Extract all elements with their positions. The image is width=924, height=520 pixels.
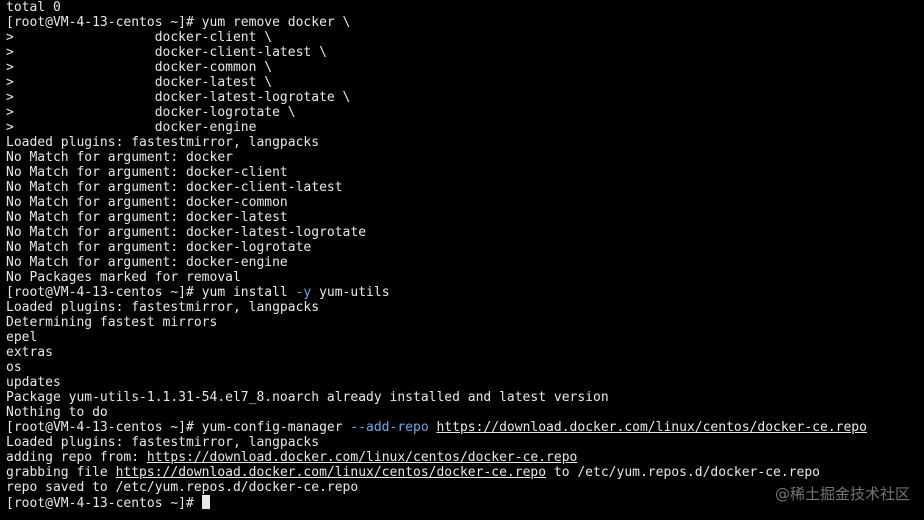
terminal-text: adding repo from: xyxy=(6,450,147,465)
terminal-line: Loaded plugins: fastestmirror, langpacks xyxy=(6,435,920,450)
terminal-line: [root@VM-4-13-centos ~]# yum install -y … xyxy=(6,285,920,300)
terminal-line: No Match for argument: docker-client-lat… xyxy=(6,180,920,195)
terminal-text: No Match for argument: docker-logrotate xyxy=(6,240,312,255)
terminal-text: epel xyxy=(6,330,38,345)
terminal-text: No Match for argument: docker-engine xyxy=(6,255,288,270)
terminal-text: > docker-client \ xyxy=(6,30,273,45)
command-flag: --add-repo xyxy=(350,420,429,435)
terminal-text: > docker-latest-logrotate \ xyxy=(6,90,351,105)
terminal-text: No Match for argument: docker-latest-log… xyxy=(6,225,367,240)
terminal-line: extras xyxy=(6,345,920,360)
terminal-text: > docker-logrotate \ xyxy=(6,105,296,120)
terminal-line: [root@VM-4-13-centos ~]# yum-config-mana… xyxy=(6,420,920,435)
terminal-text: [root@VM-4-13-centos ~]# yum remove dock… xyxy=(6,15,351,30)
terminal-line: > docker-logrotate \ xyxy=(6,105,920,120)
terminal-text: total 0 xyxy=(6,0,61,15)
terminal-line: > docker-client \ xyxy=(6,30,920,45)
terminal-text: No Match for argument: docker-common xyxy=(6,195,288,210)
terminal-line: No Match for argument: docker-latest-log… xyxy=(6,225,920,240)
terminal-line: total 0 xyxy=(6,0,920,15)
terminal-output: total 0 [root@VM-4-13-centos ~]# yum remo… xyxy=(6,0,920,511)
terminal-line: No Match for argument: docker-engine xyxy=(6,255,920,270)
repo-url-link[interactable]: https://download.docker.com/linux/centos… xyxy=(436,420,866,435)
terminal-line: > docker-engine xyxy=(6,120,920,135)
terminal-text: No Match for argument: docker xyxy=(6,150,233,165)
terminal-text: > docker-engine xyxy=(6,120,257,135)
terminal-line: No Match for argument: docker-common xyxy=(6,195,920,210)
terminal-text: os xyxy=(6,360,22,375)
terminal-text: Loaded plugins: fastestmirror, langpacks xyxy=(6,435,320,450)
terminal-line: Loaded plugins: fastestmirror, langpacks xyxy=(6,135,920,150)
watermark-text: @稀土掘金技术社区 xyxy=(774,485,910,503)
terminal-line: No Match for argument: docker-latest xyxy=(6,210,920,225)
terminal-text: extras xyxy=(6,345,53,360)
terminal-text: [root@VM-4-13-centos ~]# yum install xyxy=(6,285,296,300)
terminal-line: > docker-latest \ xyxy=(6,75,920,90)
terminal-text: yum-utils xyxy=(311,285,390,300)
terminal-text: > docker-latest \ xyxy=(6,75,273,90)
terminal-line: grabbing file https://download.docker.co… xyxy=(6,465,920,480)
terminal-line: > docker-common \ xyxy=(6,60,920,75)
terminal-line: > docker-client-latest \ xyxy=(6,45,920,60)
terminal-text: [root@VM-4-13-centos ~]# yum-config-mana… xyxy=(6,420,351,435)
terminal-line: Determining fastest mirrors xyxy=(6,315,920,330)
terminal-text: repo saved to /etc/yum.repos.d/docker-ce… xyxy=(6,480,359,495)
terminal-text: Loaded plugins: fastestmirror, langpacks xyxy=(6,300,320,315)
repo-url-link[interactable]: https://download.docker.com/linux/centos… xyxy=(147,450,577,465)
terminal-text: updates xyxy=(6,375,61,390)
terminal-text: Loaded plugins: fastestmirror, langpacks xyxy=(6,135,320,150)
terminal-text: No Match for argument: docker-client xyxy=(6,165,288,180)
terminal-line: No Match for argument: docker-logrotate xyxy=(6,240,920,255)
terminal-line: updates xyxy=(6,375,920,390)
terminal-text: to /etc/yum.repos.d/docker-ce.repo xyxy=(546,465,820,480)
terminal-text: > docker-common \ xyxy=(6,60,273,75)
terminal-line: Nothing to do xyxy=(6,405,920,420)
terminal-line: > docker-latest-logrotate \ xyxy=(6,90,920,105)
terminal-line: No Packages marked for removal xyxy=(6,270,920,285)
terminal-text: Nothing to do xyxy=(6,405,108,420)
terminal-text: No Match for argument: docker-latest xyxy=(6,210,288,225)
terminal-line: Package yum-utils-1.1.31-54.el7_8.noarch… xyxy=(6,390,920,405)
terminal-text: Determining fastest mirrors xyxy=(6,315,218,330)
terminal-line: No Match for argument: docker-client xyxy=(6,165,920,180)
repo-url-link[interactable]: https://download.docker.com/linux/centos… xyxy=(116,465,546,480)
terminal-line: [root@VM-4-13-centos ~]# yum remove dock… xyxy=(6,15,920,30)
terminal-text: Package yum-utils-1.1.31-54.el7_8.noarch… xyxy=(6,390,609,405)
terminal-window[interactable]: total 0 [root@VM-4-13-centos ~]# yum remo… xyxy=(0,0,924,520)
terminal-line: os xyxy=(6,360,920,375)
terminal-line: No Match for argument: docker xyxy=(6,150,920,165)
terminal-text: No Packages marked for removal xyxy=(6,270,241,285)
terminal-text: grabbing file xyxy=(6,465,116,480)
terminal-line: Loaded plugins: fastestmirror, langpacks xyxy=(6,300,920,315)
terminal-cursor[interactable] xyxy=(201,495,210,509)
terminal-text: No Match for argument: docker-client-lat… xyxy=(6,180,343,195)
terminal-line: epel xyxy=(6,330,920,345)
terminal-text: > docker-client-latest \ xyxy=(6,45,327,60)
terminal-line: adding repo from: https://download.docke… xyxy=(6,450,920,465)
command-flag: -y xyxy=(295,285,312,300)
terminal-text: [root@VM-4-13-centos ~]# xyxy=(6,496,202,511)
